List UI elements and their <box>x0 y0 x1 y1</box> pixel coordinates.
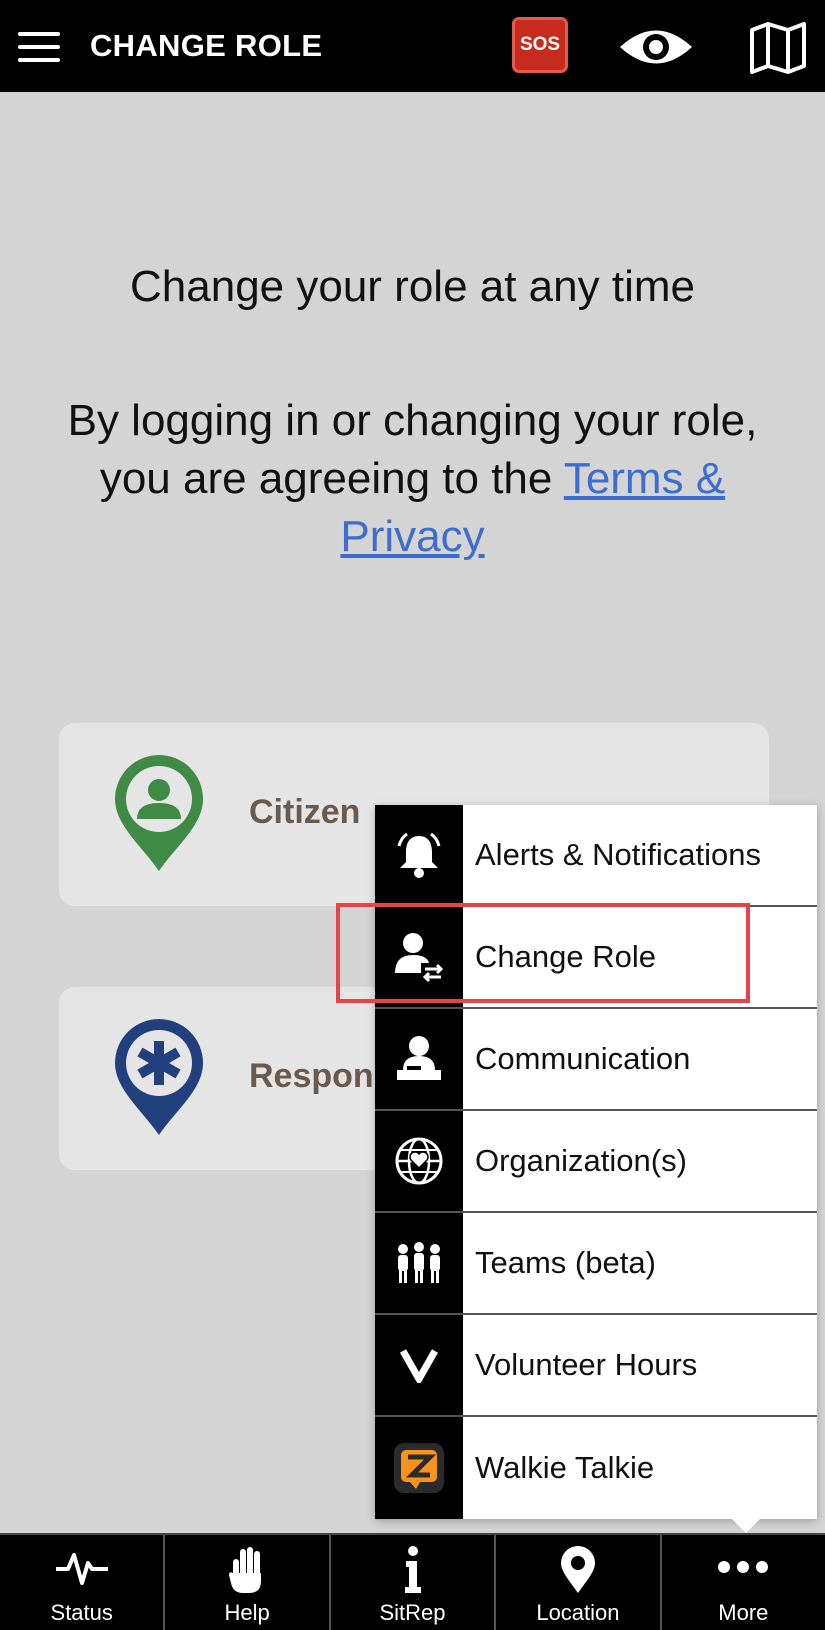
menu-item-communication[interactable]: Communication <box>375 1009 817 1111</box>
citizen-pin-icon <box>111 753 207 873</box>
more-dots-icon <box>716 1545 770 1590</box>
menu-item-label: Communication <box>475 1041 691 1076</box>
tab-label: Location <box>536 1600 620 1625</box>
role-label-citizen: Citizen <box>249 793 361 831</box>
bell-icon <box>375 805 463 905</box>
tab-location[interactable]: Location <box>496 1535 662 1630</box>
v-icon <box>375 1315 463 1415</box>
hamburger-menu-icon[interactable] <box>18 30 60 64</box>
menu-item-label: Walkie Talkie <box>475 1450 655 1485</box>
terms-text: By logging in or changing your role, you… <box>40 392 785 566</box>
menu-item-label: Volunteer Hours <box>475 1347 698 1382</box>
responder-pin-icon <box>111 1017 207 1137</box>
tab-label: SitRep <box>379 1600 446 1625</box>
menu-item-change-role[interactable]: Change Role <box>375 907 817 1009</box>
tab-label: Status <box>50 1600 113 1625</box>
pulse-icon <box>54 1545 110 1594</box>
tab-label: More <box>718 1600 769 1625</box>
tab-label: Help <box>224 1600 270 1625</box>
menu-item-teams[interactable]: Teams (beta) <box>375 1213 817 1315</box>
globe-heart-icon <box>375 1111 463 1211</box>
change-role-icon <box>375 907 463 1007</box>
tab-help[interactable]: Help <box>165 1535 331 1630</box>
sos-button[interactable]: SOS <box>512 17 568 73</box>
page-title: CHANGE ROLE <box>90 28 323 63</box>
menu-item-label: Change Role <box>475 939 656 974</box>
location-pin-icon <box>558 1545 598 1600</box>
menu-item-alerts[interactable]: Alerts & Notifications <box>375 805 817 907</box>
tab-sitrep[interactable]: SitRep <box>331 1535 497 1630</box>
communication-icon <box>375 1009 463 1109</box>
menu-item-organizations[interactable]: Organization(s) <box>375 1111 817 1213</box>
menu-item-volunteer-hours[interactable]: Volunteer Hours <box>375 1315 817 1417</box>
tab-status[interactable]: Status <box>0 1535 166 1630</box>
menu-pointer <box>730 1517 762 1533</box>
menu-item-label: Teams (beta) <box>475 1245 656 1280</box>
info-icon <box>401 1545 425 1600</box>
eye-icon[interactable] <box>617 24 695 70</box>
menu-item-label: Organization(s) <box>475 1143 687 1178</box>
app-header: CHANGE ROLE SOS <box>0 0 825 92</box>
page-heading: Change your role at any time <box>130 262 695 311</box>
bottom-tab-bar: Status Help SitRep Location More <box>0 1533 825 1630</box>
tab-more[interactable]: More <box>662 1535 825 1630</box>
zello-icon <box>375 1417 463 1519</box>
menu-item-walkie-talkie[interactable]: Walkie Talkie <box>375 1417 817 1519</box>
map-icon[interactable] <box>748 20 808 74</box>
role-label-responder: Respond <box>249 1057 395 1095</box>
menu-item-label: Alerts & Notifications <box>475 837 761 872</box>
hand-icon <box>227 1545 267 1600</box>
more-menu-popup: Alerts & Notifications Change Role Commu… <box>375 805 817 1519</box>
team-icon <box>375 1213 463 1313</box>
